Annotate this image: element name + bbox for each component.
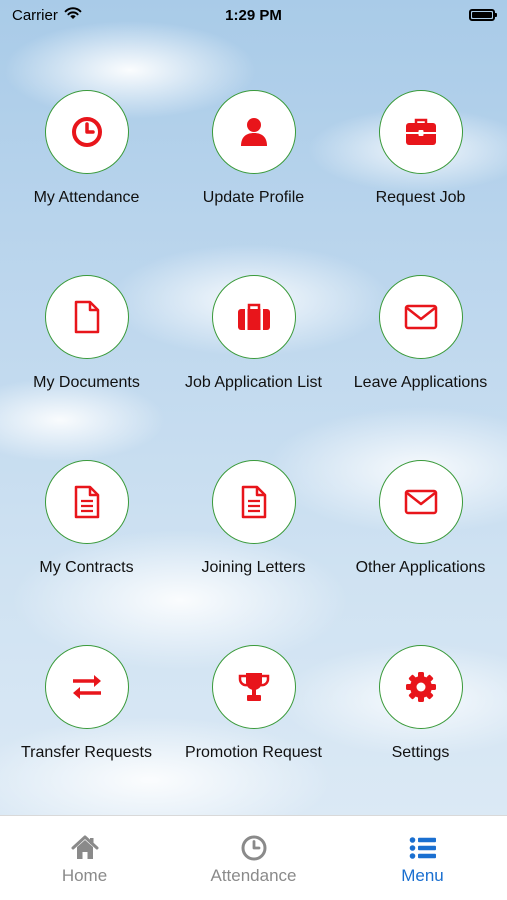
tab-label: Attendance bbox=[210, 866, 297, 885]
menu-item-label: Transfer Requests bbox=[20, 744, 152, 761]
briefcase-icon bbox=[405, 118, 436, 145]
menu-item-circle bbox=[211, 645, 296, 729]
menu-item-job-application-list[interactable]: Job Application List bbox=[170, 275, 337, 460]
menu-item-label: Update Profile bbox=[202, 189, 305, 206]
file-text-icon bbox=[74, 485, 99, 519]
menu-item-label: Other Applications bbox=[355, 559, 486, 576]
menu-item-label: My Attendance bbox=[33, 189, 140, 206]
menu-item-promotion-request[interactable]: Promotion Request bbox=[170, 645, 337, 830]
menu-item-circle bbox=[211, 90, 296, 174]
menu-item-my-documents[interactable]: My Documents bbox=[3, 275, 170, 460]
menu-item-label: Settings bbox=[391, 744, 450, 761]
menu-item-my-attendance[interactable]: My Attendance bbox=[3, 90, 170, 275]
menu-item-update-profile[interactable]: Update Profile bbox=[170, 90, 337, 275]
list-icon bbox=[409, 837, 436, 859]
menu-item-label: Joining Letters bbox=[201, 559, 306, 576]
menu-grid: My Attendance Update Profile Request Job bbox=[0, 90, 507, 830]
user-icon bbox=[240, 118, 267, 146]
status-bar: Carrier 1:29 PM bbox=[0, 0, 507, 30]
menu-item-circle bbox=[378, 90, 463, 174]
menu-item-circle bbox=[378, 275, 463, 359]
tab-menu[interactable]: Menu bbox=[338, 816, 507, 900]
menu-item-circle bbox=[378, 460, 463, 544]
menu-item-label: Job Application List bbox=[185, 374, 322, 391]
tab-bar: Home Attendance Menu bbox=[0, 815, 507, 900]
menu-item-other-applications[interactable]: Other Applications bbox=[337, 460, 504, 645]
menu-item-request-job[interactable]: Request Job bbox=[337, 90, 504, 275]
envelope-icon bbox=[404, 489, 437, 515]
tab-attendance[interactable]: Attendance bbox=[169, 816, 338, 900]
suitcase-icon bbox=[237, 303, 270, 330]
menu-item-circle bbox=[211, 275, 296, 359]
menu-item-circle bbox=[44, 90, 129, 174]
file-text-icon bbox=[241, 485, 266, 519]
carrier-label: Carrier bbox=[12, 6, 58, 24]
exchange-icon bbox=[72, 675, 101, 699]
tab-home[interactable]: Home bbox=[0, 816, 169, 900]
trophy-icon bbox=[238, 673, 269, 701]
tab-label: Menu bbox=[401, 866, 444, 885]
gear-icon bbox=[405, 672, 436, 702]
document-icon bbox=[74, 300, 99, 334]
wifi-icon bbox=[64, 6, 82, 24]
tab-label: Home bbox=[61, 866, 108, 885]
envelope-icon bbox=[404, 304, 437, 330]
home-icon bbox=[71, 835, 98, 859]
menu-item-circle bbox=[44, 460, 129, 544]
menu-item-leave-applications[interactable]: Leave Applications bbox=[337, 275, 504, 460]
menu-item-joining-letters[interactable]: Joining Letters bbox=[170, 460, 337, 645]
menu-item-label: Request Job bbox=[375, 189, 466, 206]
battery-icon bbox=[469, 9, 497, 21]
menu-item-label: My Documents bbox=[33, 374, 140, 391]
menu-item-label: Promotion Request bbox=[185, 744, 322, 761]
menu-item-my-contracts[interactable]: My Contracts bbox=[3, 460, 170, 645]
menu-item-settings[interactable]: Settings bbox=[337, 645, 504, 830]
menu-item-label: Leave Applications bbox=[353, 374, 488, 391]
status-left: Carrier bbox=[12, 6, 82, 24]
menu-item-circle bbox=[44, 645, 129, 729]
clock-icon bbox=[71, 117, 102, 147]
menu-item-circle bbox=[378, 645, 463, 729]
menu-item-transfer-requests[interactable]: Transfer Requests bbox=[3, 645, 170, 830]
menu-item-label: My Contracts bbox=[39, 559, 134, 576]
clock-icon bbox=[241, 835, 266, 861]
menu-item-circle bbox=[211, 460, 296, 544]
menu-item-circle bbox=[44, 275, 129, 359]
